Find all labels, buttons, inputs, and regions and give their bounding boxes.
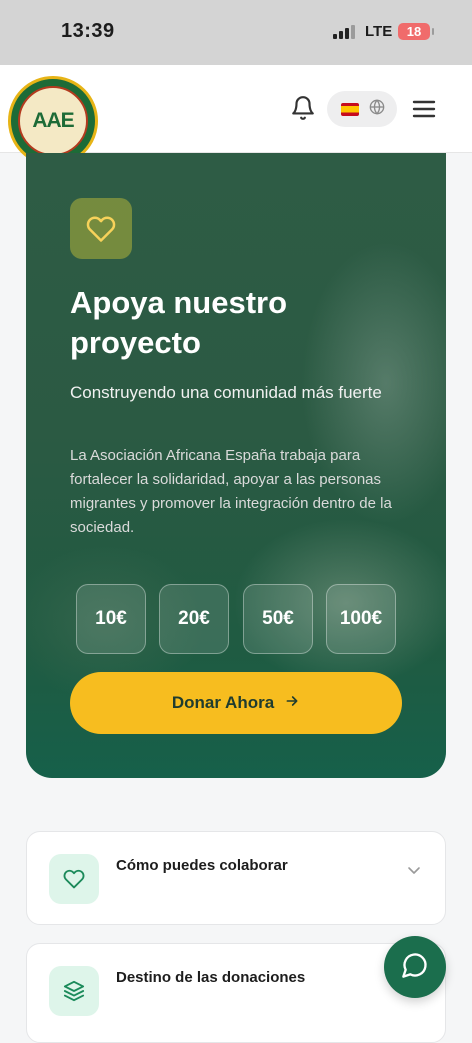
accordion-como-colaborar[interactable]: Cómo puedes colaborar [26,831,446,925]
bell-icon[interactable] [290,95,316,121]
accordion-destino-donaciones[interactable]: Destino de las donaciones [26,943,446,1043]
hero-description: La Asociación Africana España trabaja pa… [70,447,392,536]
layers-icon [49,966,99,1016]
amount-button-20[interactable]: 20€ [159,584,229,654]
logo-text: AAE [32,109,74,132]
amount-button-100[interactable]: 100€ [326,584,396,654]
battery-level: 18 [406,24,422,39]
donate-now-label: Donar Ahora [171,693,275,712]
status-time: 13:39 [61,20,115,42]
chevron-down-icon[interactable] [407,862,421,874]
heart-icon [70,198,132,259]
language-selector[interactable] [327,91,397,127]
battery-icon: 18 [398,23,434,40]
accordion-title: Destino de las donaciones [116,969,306,986]
signal-icon [333,25,357,39]
arrow-right-icon [284,693,300,714]
status-bar: 13:39 LTE 18 [0,0,472,65]
chat-button[interactable] [384,936,446,998]
chat-bubble-icon [401,951,429,984]
amount-button-50[interactable]: 50€ [243,584,313,654]
heart-icon [49,854,99,904]
network-label: LTE [365,23,393,40]
spain-flag-icon [341,102,359,116]
donate-now-button[interactable]: Donar Ahora [70,672,402,734]
globe-icon [369,98,385,120]
donation-amounts: 10€ 20€ 50€ 100€ [76,584,396,654]
hero-subtitle: Construyendo una comunidad más fuerte [70,383,382,402]
logo-emblem: AAE [18,86,88,156]
donation-hero-card: Apoya nuestro proyecto Construyendo una … [26,153,446,778]
hamburger-menu-icon[interactable] [411,98,437,120]
hero-title: Apoya nuestro proyecto [70,285,288,360]
amount-button-10[interactable]: 10€ [76,584,146,654]
accordion-title: Cómo puedes colaborar [116,857,288,874]
top-navbar: AAE [0,65,472,166]
